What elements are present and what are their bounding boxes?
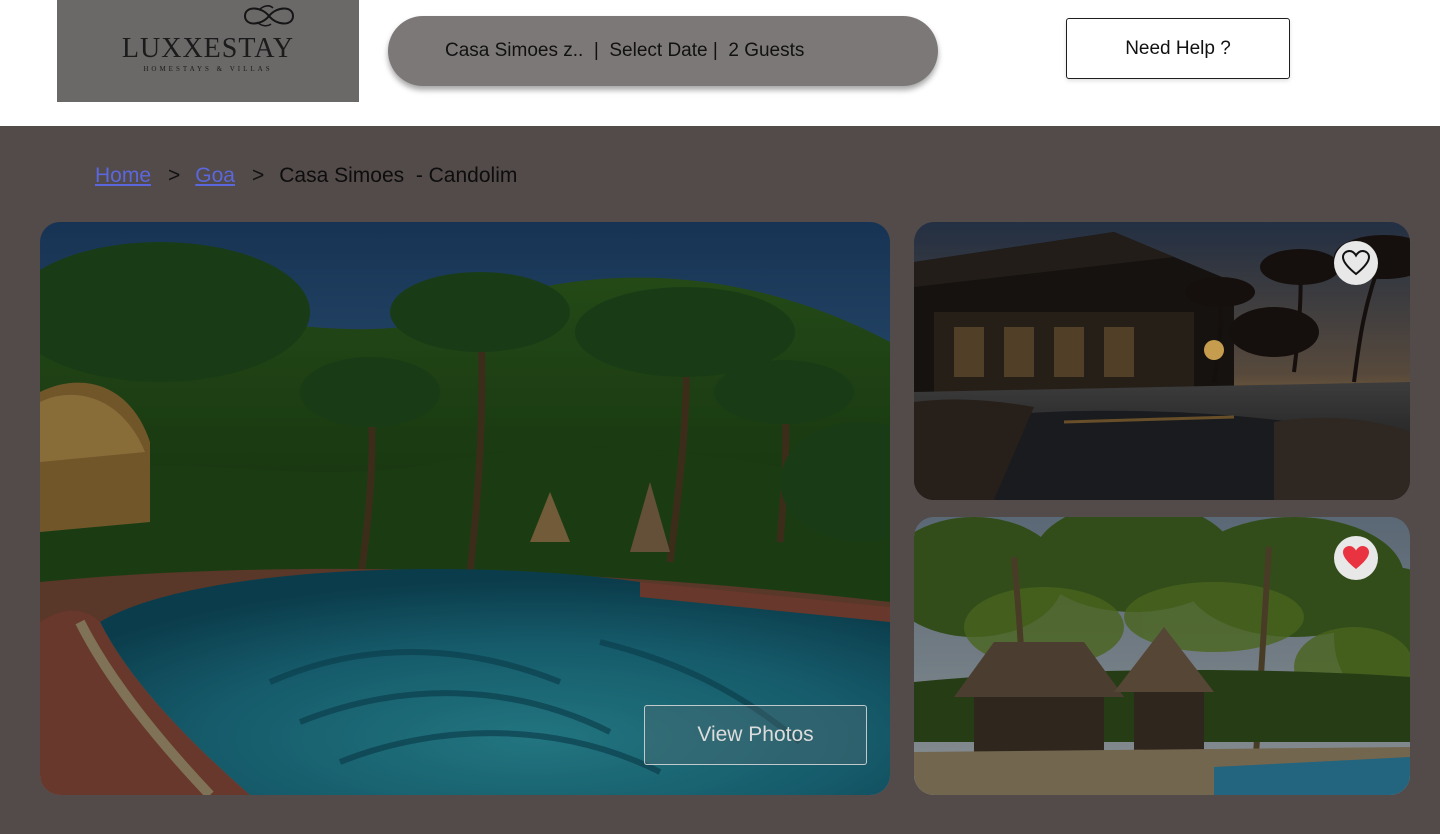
property-photo-beach[interactable] [914,517,1410,795]
favorite-button[interactable] [1334,241,1378,285]
infinity-swirl-icon [243,5,295,27]
breadcrumb-home-link[interactable]: Home [95,164,151,188]
breadcrumb-separator: > [252,164,265,187]
heart-outline-icon [1342,250,1370,276]
search-summary-bar[interactable]: Casa Simoes z.. | Select Date | 2 Guests [388,16,938,86]
breadcrumb-separator: > [168,164,181,187]
breadcrumb-current-page: Casa Simoes - Candolim [279,164,518,187]
need-help-button[interactable]: Need Help ? [1066,18,1290,79]
brand-name: LUXXESTAY [121,33,295,64]
property-photo-sunset[interactable] [914,222,1410,500]
breadcrumb: Home > Goa > Casa Simoes - Candolim [95,161,517,191]
favorite-button[interactable] [1334,536,1378,580]
site-header: LUXXESTAY HOMESTAYS & VILLAS Casa Simoes… [0,0,1440,126]
breadcrumb-goa-link[interactable]: Goa [195,164,235,188]
search-summary-text: Casa Simoes z.. | Select Date | 2 Guests [445,40,805,61]
brand-logo[interactable]: LUXXESTAY HOMESTAYS & VILLAS [57,0,359,102]
brand-tagline: HOMESTAYS & VILLAS [143,65,273,73]
view-photos-button[interactable]: View Photos [644,705,867,765]
main-property-photo[interactable]: View Photos [40,222,890,795]
heart-filled-icon [1343,546,1369,569]
